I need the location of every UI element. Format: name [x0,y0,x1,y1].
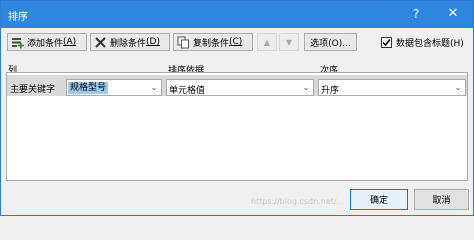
copy-level-shortcut: (C) [229,37,243,47]
sort-levels-list: 主要关键字 规格型号 ⌄ 单元格值 ⌄ 升序 ⌄ [6,72,468,181]
sort-on-select[interactable]: 单元格值 ⌄ [166,79,314,96]
add-level-button[interactable]: 添加条件 (A) [7,33,87,51]
chevron-down-icon[interactable]: ⌄ [299,80,313,95]
options-button[interactable]: 选项(O)... [304,33,357,51]
copy-level-button[interactable]: 复制条件 (C) [173,33,253,51]
order-select[interactable]: 升序 ⌄ [318,79,466,96]
delete-icon [94,36,107,49]
chevron-down-icon[interactable]: ⌄ [451,80,465,95]
delete-level-button[interactable]: 删除条件 (D) [90,33,170,51]
close-icon[interactable]: ✕ [442,3,464,25]
add-level-label: 添加条件 [27,38,64,49]
ok-button[interactable]: 确定 [350,189,408,210]
column-select[interactable]: 规格型号 ⌄ [66,79,162,96]
help-icon[interactable]: ? [408,4,424,24]
order-select-value: 升序 [321,86,340,96]
move-up-icon: ▲ [263,37,271,47]
header-checkbox[interactable] [381,37,392,48]
ok-label: 确定 [369,196,388,206]
header-checkbox-row[interactable]: 数据包含标题(H) [381,36,464,49]
header-checkbox-label: 数据包含标题(H) [396,39,464,49]
dialog-title: 排序 [8,12,28,23]
move-down-button[interactable]: ▼ [279,33,299,51]
row-label: 主要关键字 [10,85,56,95]
cancel-label: 取消 [432,196,451,206]
copy-icon [177,36,190,49]
move-up-button[interactable]: ▲ [257,33,277,51]
checkmark-icon [382,39,391,47]
options-label: 选项(O)... [310,38,351,49]
delete-level-shortcut: (D) [146,37,160,47]
sort-level-row[interactable]: 主要关键字 规格型号 ⌄ 单元格值 ⌄ 升序 ⌄ [7,75,467,96]
sort-on-select-value: 单元格值 [169,86,206,96]
add-level-icon [11,36,24,49]
watermark: https://blog.csdn.net/... [251,197,345,206]
add-level-shortcut: (A) [63,37,77,47]
cancel-button[interactable]: 取消 [414,189,469,210]
title-bar: 排序 ? ✕ [1,1,473,28]
move-down-icon: ▼ [285,37,293,47]
column-select-value: 规格型号 [68,82,109,94]
sort-dialog: 排序 ? ✕ 添加条件 (A) 删除条件 (D) 复制条件 (C) ▲ ▼ 选项… [0,0,474,216]
delete-level-label: 删除条件 [110,38,147,49]
copy-level-label: 复制条件 [193,38,230,49]
chevron-down-icon[interactable]: ⌄ [147,80,161,95]
